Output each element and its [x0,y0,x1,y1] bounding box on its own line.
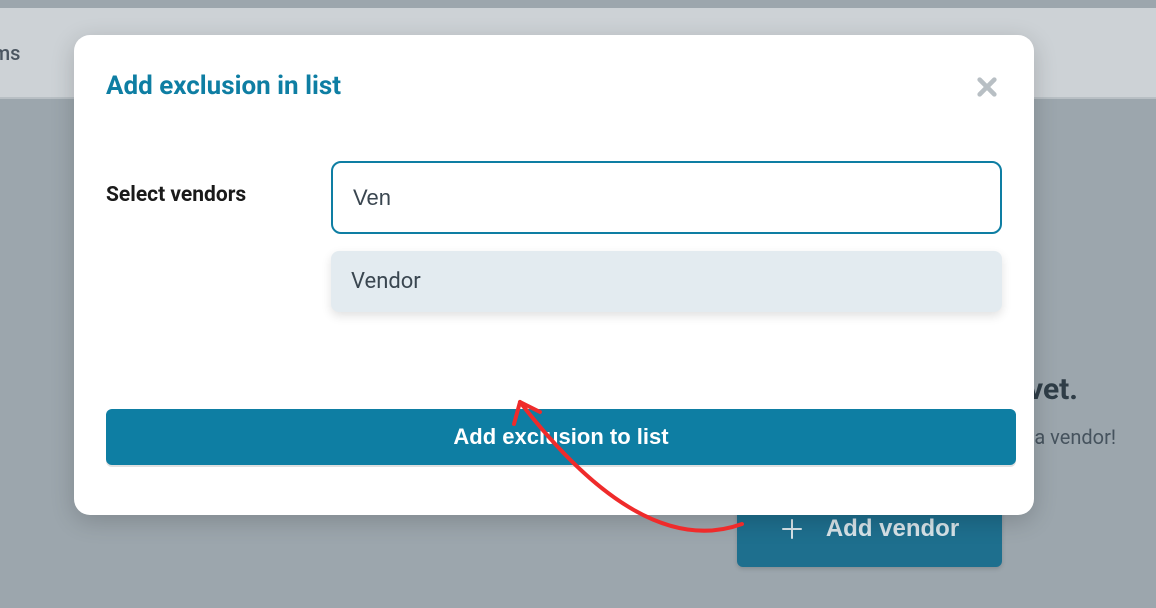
modal-header: Add exclusion in list [106,71,1002,107]
add-exclusion-modal: Add exclusion in list Select vendors Ven… [74,35,1034,515]
modal-title: Add exclusion in list [106,71,341,101]
close-button[interactable] [972,71,1002,107]
close-icon [976,76,998,98]
vendor-form-row: Select vendors Vendor [106,161,1002,234]
add-vendor-label: Add vendor [826,515,959,543]
nav-item-fragment: ems [0,41,20,65]
vendor-dropdown-option[interactable]: Vendor [331,251,1002,312]
vendor-input-wrap: Vendor [331,161,1002,234]
vendor-input[interactable] [331,161,1002,234]
select-vendors-label: Select vendors [106,161,331,207]
plus-icon [780,517,804,541]
add-exclusion-button[interactable]: Add exclusion to list [106,409,1016,465]
